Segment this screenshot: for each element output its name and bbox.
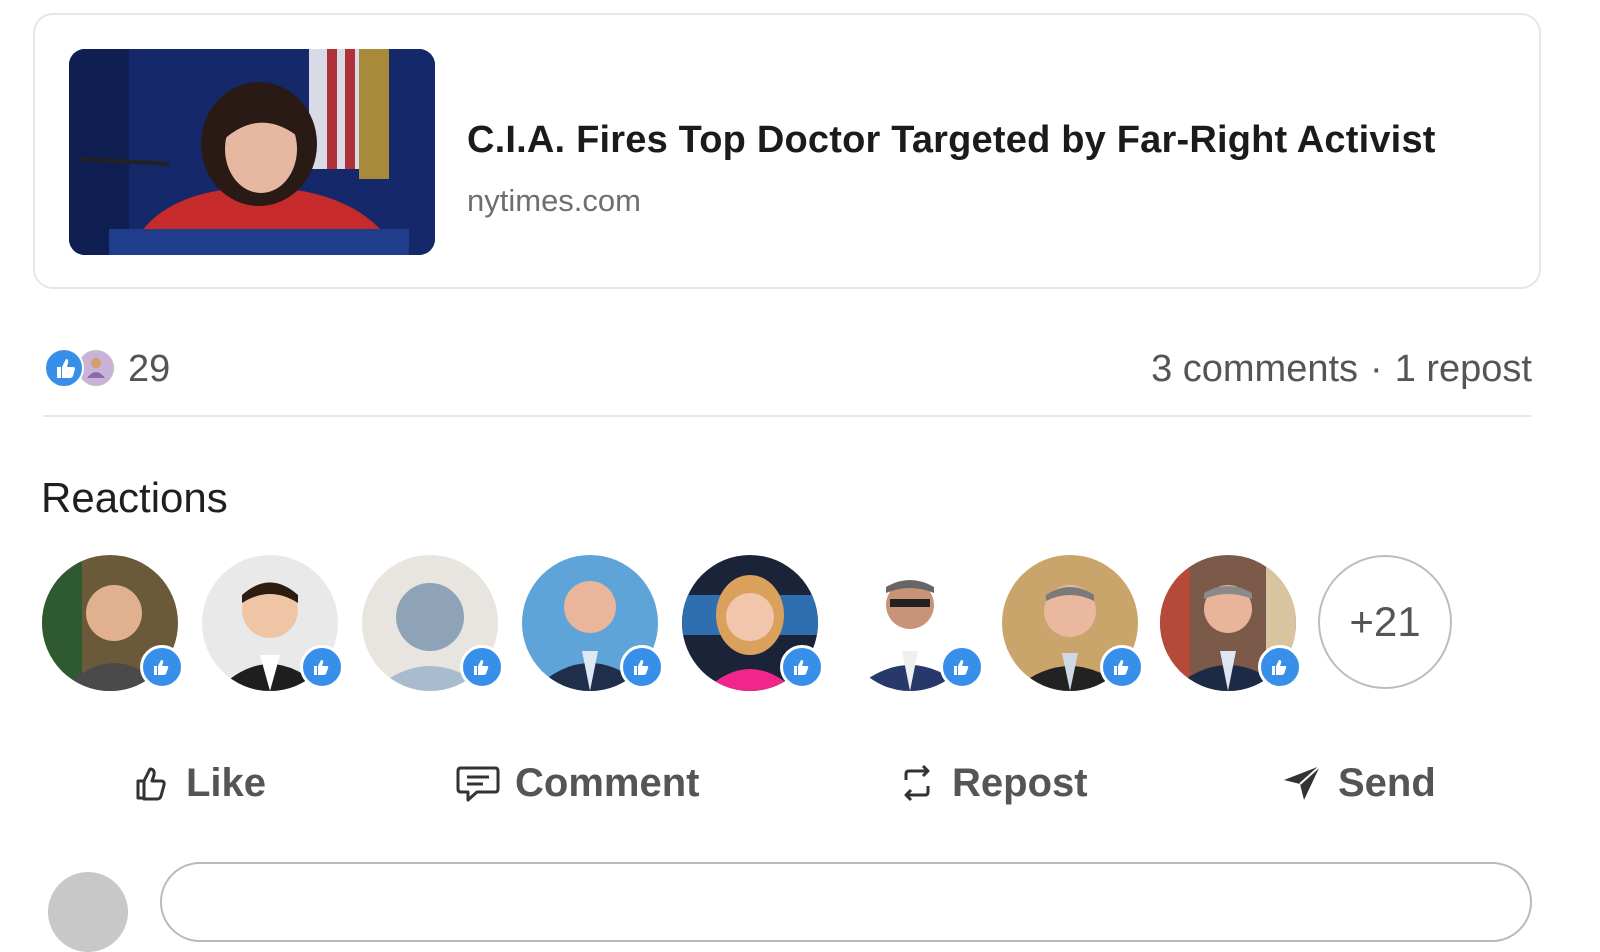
article-thumbnail[interactable] <box>69 49 435 255</box>
reactor-avatars: +21 <box>42 555 1462 695</box>
reactions-heading: Reactions <box>41 474 228 521</box>
like-badge-icon <box>940 645 984 689</box>
repost-icon <box>904 764 930 802</box>
send-label: Send <box>1338 760 1436 805</box>
reaction-count[interactable]: 29 <box>128 348 170 391</box>
like-badge-icon <box>1258 645 1302 689</box>
social-counts: 29 3 comments · 1 repost <box>44 346 1532 396</box>
comment-label: Comment <box>515 760 700 805</box>
like-badge-icon <box>460 645 504 689</box>
comment-input[interactable] <box>160 862 1532 942</box>
current-user-avatar[interactable] <box>48 872 128 952</box>
action-bar: Like Comment Repost Send <box>0 750 1600 820</box>
like-button[interactable]: Like <box>130 750 266 816</box>
reaction-summary-icons[interactable] <box>44 348 124 392</box>
comment-button[interactable]: Comment <box>455 750 699 816</box>
more-reactors-button[interactable]: +21 <box>1318 555 1452 689</box>
comment-icon <box>456 766 500 802</box>
send-icon <box>1284 765 1321 800</box>
like-icon <box>44 348 84 388</box>
reposts-count[interactable]: 1 repost <box>1395 348 1532 390</box>
article-title[interactable]: C.I.A. Fires Top Doctor Targeted by Far-… <box>467 119 1436 162</box>
divider <box>43 415 1531 417</box>
article-card[interactable]: C.I.A. Fires Top Doctor Targeted by Far-… <box>33 13 1541 289</box>
thumbs-up-icon <box>136 767 166 801</box>
like-badge-icon <box>140 645 184 689</box>
article-photo <box>69 49 435 255</box>
like-badge-icon <box>300 645 344 689</box>
comments-count[interactable]: 3 comments <box>1151 348 1358 390</box>
like-badge-icon <box>620 645 664 689</box>
comments-reposts: 3 comments · 1 repost <box>1151 348 1532 391</box>
like-badge-icon <box>780 645 824 689</box>
like-badge-icon <box>1100 645 1144 689</box>
repost-label: Repost <box>952 760 1088 805</box>
separator: · <box>1370 348 1383 390</box>
repost-button[interactable]: Repost <box>896 750 1088 816</box>
like-label: Like <box>186 760 267 805</box>
article-source: nytimes.com <box>467 183 641 218</box>
send-button[interactable]: Send <box>1280 750 1436 816</box>
